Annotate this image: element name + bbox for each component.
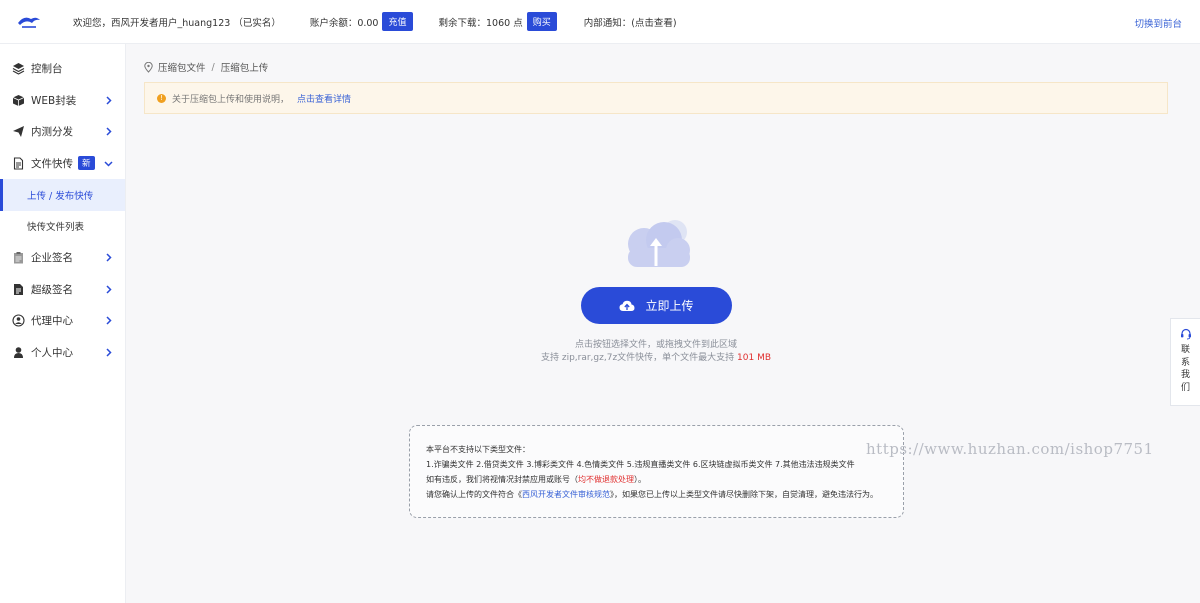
agent-icon [12,314,25,327]
upload-now-label: 立即上传 [645,299,694,313]
sidebar-item-dashboard[interactable]: 控制台 [0,53,125,85]
notice-text: 关于压缩包上传和使用说明， [172,94,290,105]
headset-icon [1180,328,1192,340]
sidebar-subitem-upload-publish[interactable]: 上传 / 发布快传 [0,179,125,211]
contact-us-tab[interactable]: 联 系 我 们 [1170,318,1200,406]
document-icon [12,283,25,296]
info-icon: ! [157,93,166,103]
logo-icon [18,17,40,28]
switch-to-frontend-link[interactable]: 切换到前台 [1134,16,1182,30]
sidebar-item-enterprise-sign[interactable]: 企业签名 [0,242,125,274]
downloads: 剩余下载：1060 点 购买 [439,12,557,31]
no-refund-text: 均不做退款处理 [578,475,634,484]
rules-line-3: 如有违反，我们将视情况封禁应用或账号（均不做退款处理）。 [426,475,646,484]
contact-char: 我 [1180,370,1190,380]
sidebar-item-agent-center[interactable]: 代理中心 [0,305,125,337]
upload-limit-hint: 支持 zip,rar,gz,7z文件快传，单个文件最大支持 101 MB [540,353,772,363]
sidebar-item-label: 企业签名 [31,252,73,265]
chevron-right-icon [103,316,113,326]
file-icon [12,157,25,170]
logo[interactable] [0,0,58,44]
user-icon [12,346,25,359]
chevron-right-icon [103,284,113,294]
welcome-text: 欢迎您，西风开发者用户_huang123 （已实名） [73,17,281,29]
sidebar-item-label: 内测分发 [31,126,73,139]
sidebar-item-label: 代理中心 [31,315,73,328]
location-pin-icon [144,61,153,73]
chevron-right-icon [103,347,113,357]
cloud-upload-illustration [620,218,696,270]
breadcrumb-separator: / [211,61,215,73]
sidebar-item-beta-distribution[interactable]: 内测分发 [0,116,125,148]
buy-button[interactable]: 购买 [526,12,557,31]
chevron-right-icon [103,95,113,105]
chevron-right-icon [103,127,113,137]
contact-char: 系 [1180,357,1190,368]
chevron-right-icon [103,253,113,263]
top-bar: 欢迎您，西风开发者用户_huang123 （已实名） 账户余额：0.00 充值 … [0,0,1200,44]
breadcrumb-root[interactable]: 压缩包文件 [158,60,206,74]
internal-notice-link[interactable]: 内部通知：(点击查看) [584,15,677,29]
breadcrumb: 压缩包文件 / 压缩包上传 [144,60,268,74]
new-badge: 新 [78,156,95,171]
contact-char: 联 [1180,345,1190,355]
watermark: https://www.huzhan.com/ishop7751 [866,440,1154,458]
sidebar-item-label: WEB封装 [31,94,77,107]
notice-details-link[interactable]: 点击查看详情 [297,92,351,105]
paper-plane-icon [12,125,25,138]
sidebar-item-label: 个人中心 [31,346,73,359]
box-icon [12,94,25,107]
rules-box: 本平台不支持以下类型文件： 1.诈骗类文件 2.借贷类文件 3.博彩类文件 4.… [409,425,904,518]
breadcrumb-current: 压缩包上传 [220,63,269,74]
rules-line-2: 1.诈骗类文件 2.借贷类文件 3.博彩类文件 4.色情类文件 5.违规直播类文… [426,460,855,469]
sidebar-item-super-sign[interactable]: 超级签名 [0,274,125,306]
layers-icon [12,62,25,75]
balance: 账户余额：0.00 充值 [310,12,413,31]
rules-line-1: 本平台不支持以下类型文件： [426,445,530,454]
sidebar-item-web-wrap[interactable]: WEB封装 [0,85,125,117]
chevron-down-icon [103,158,113,168]
notice-bar: ! 关于压缩包上传和使用说明， 点击查看详情 [144,82,1168,114]
sidebar: 控制台 WEB封装 内测分发 文件快传 新 上传 / 发布快传 快传文件列表 企… [0,44,126,603]
rules-line-4: 请您确认上传的文件符合《西风开发者文件审核规范》，如果您已上传以上类型文件请尽快… [426,490,878,499]
downloads-label: 剩余下载：1060 点 [438,17,523,29]
sidebar-item-label: 文件快传 [31,157,73,170]
sidebar-item-label: 超级签名 [31,283,73,296]
sidebar-item-file-transfer[interactable]: 文件快传 新 [0,148,125,180]
clipboard-icon [12,251,25,264]
sidebar-item-label: 控制台 [31,63,63,76]
sidebar-subitem-file-list[interactable]: 快传文件列表 [0,211,125,243]
contact-char: 们 [1180,382,1190,393]
balance-label: 账户余额：0.00 [309,17,379,29]
upload-hint: 点击按钮选择文件，或拖拽文件到此区域 [574,340,737,350]
recharge-button[interactable]: 充值 [382,12,413,31]
sidebar-item-personal-center[interactable]: 个人中心 [0,337,125,369]
upload-now-button[interactable]: 立即上传 [581,287,732,324]
review-policy-link[interactable]: 西风开发者文件审核规范 [522,490,610,499]
max-size: 101 MB [737,353,772,363]
cloud-upload-icon [628,220,690,267]
cloud-upload-icon [619,300,635,312]
